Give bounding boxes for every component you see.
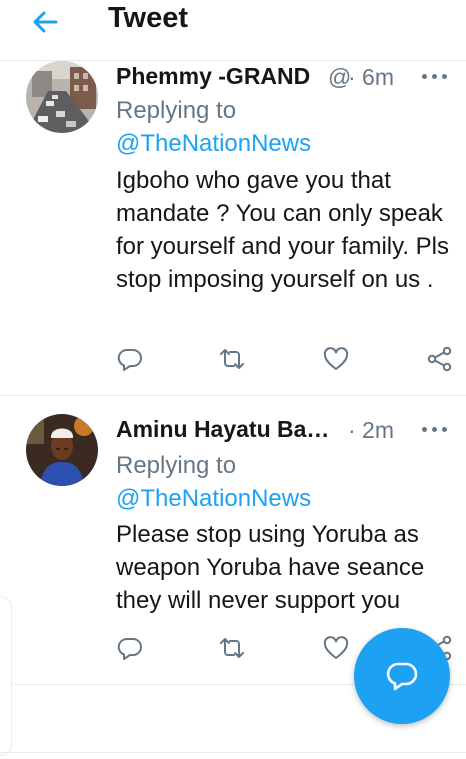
tweet-time: · 2m <box>348 417 394 443</box>
retweet-icon <box>220 349 244 369</box>
replying-to-mention[interactable]: @TheNationNews <box>116 485 311 513</box>
avatar[interactable] <box>26 414 98 486</box>
share-button[interactable] <box>426 345 458 377</box>
top-bar: Tweet <box>0 0 466 61</box>
compose-reply-button[interactable] <box>354 628 450 724</box>
more-icon[interactable] <box>422 414 452 444</box>
page-title: Tweet <box>108 2 189 34</box>
reply-icon <box>117 348 142 371</box>
retweet-icon <box>220 638 244 658</box>
like-icon <box>323 636 349 659</box>
author-handle[interactable]: @ <box>328 64 350 91</box>
author-name[interactable]: Aminu Hayatu Ba… <box>116 416 329 443</box>
reply-icon <box>117 637 142 660</box>
tweet-text: Igboho who gave you that mandate ? You c… <box>116 167 450 293</box>
like-button[interactable] <box>322 345 354 377</box>
tweet-text: Please stop using Yoruba as weapon Yorub… <box>116 521 425 614</box>
tweet-author-row: Phemmy -GRAND @ · 6m <box>116 61 466 95</box>
retweet-button[interactable] <box>218 634 250 666</box>
reply-button[interactable] <box>116 345 148 377</box>
tweet-time: · 6m <box>348 64 394 90</box>
share-icon <box>427 346 452 372</box>
like-button[interactable] <box>322 634 354 666</box>
tweet-author-row: Aminu Hayatu Ba… · 2m <box>116 414 466 448</box>
avatar[interactable] <box>26 61 98 133</box>
side-drawer-handle[interactable] <box>0 596 12 756</box>
replying-to-mention[interactable]: @TheNationNews <box>116 130 311 158</box>
replying-to-label: Replying to <box>116 97 237 124</box>
like-icon <box>323 347 349 370</box>
tweet-actions <box>116 345 456 381</box>
reply-button[interactable] <box>116 634 148 666</box>
back-button[interactable] <box>28 6 64 38</box>
compose-reply-icon <box>386 662 418 691</box>
divider <box>0 752 466 753</box>
tweet-reply[interactable]: Phemmy -GRAND @ · 6m Replying to @TheNat… <box>0 61 466 396</box>
author-name[interactable]: Phemmy -GRAND <box>116 63 310 90</box>
replying-to-label: Replying to <box>116 452 237 479</box>
retweet-button[interactable] <box>218 345 250 377</box>
arrow-left-icon <box>33 11 58 33</box>
more-icon[interactable] <box>422 61 452 91</box>
